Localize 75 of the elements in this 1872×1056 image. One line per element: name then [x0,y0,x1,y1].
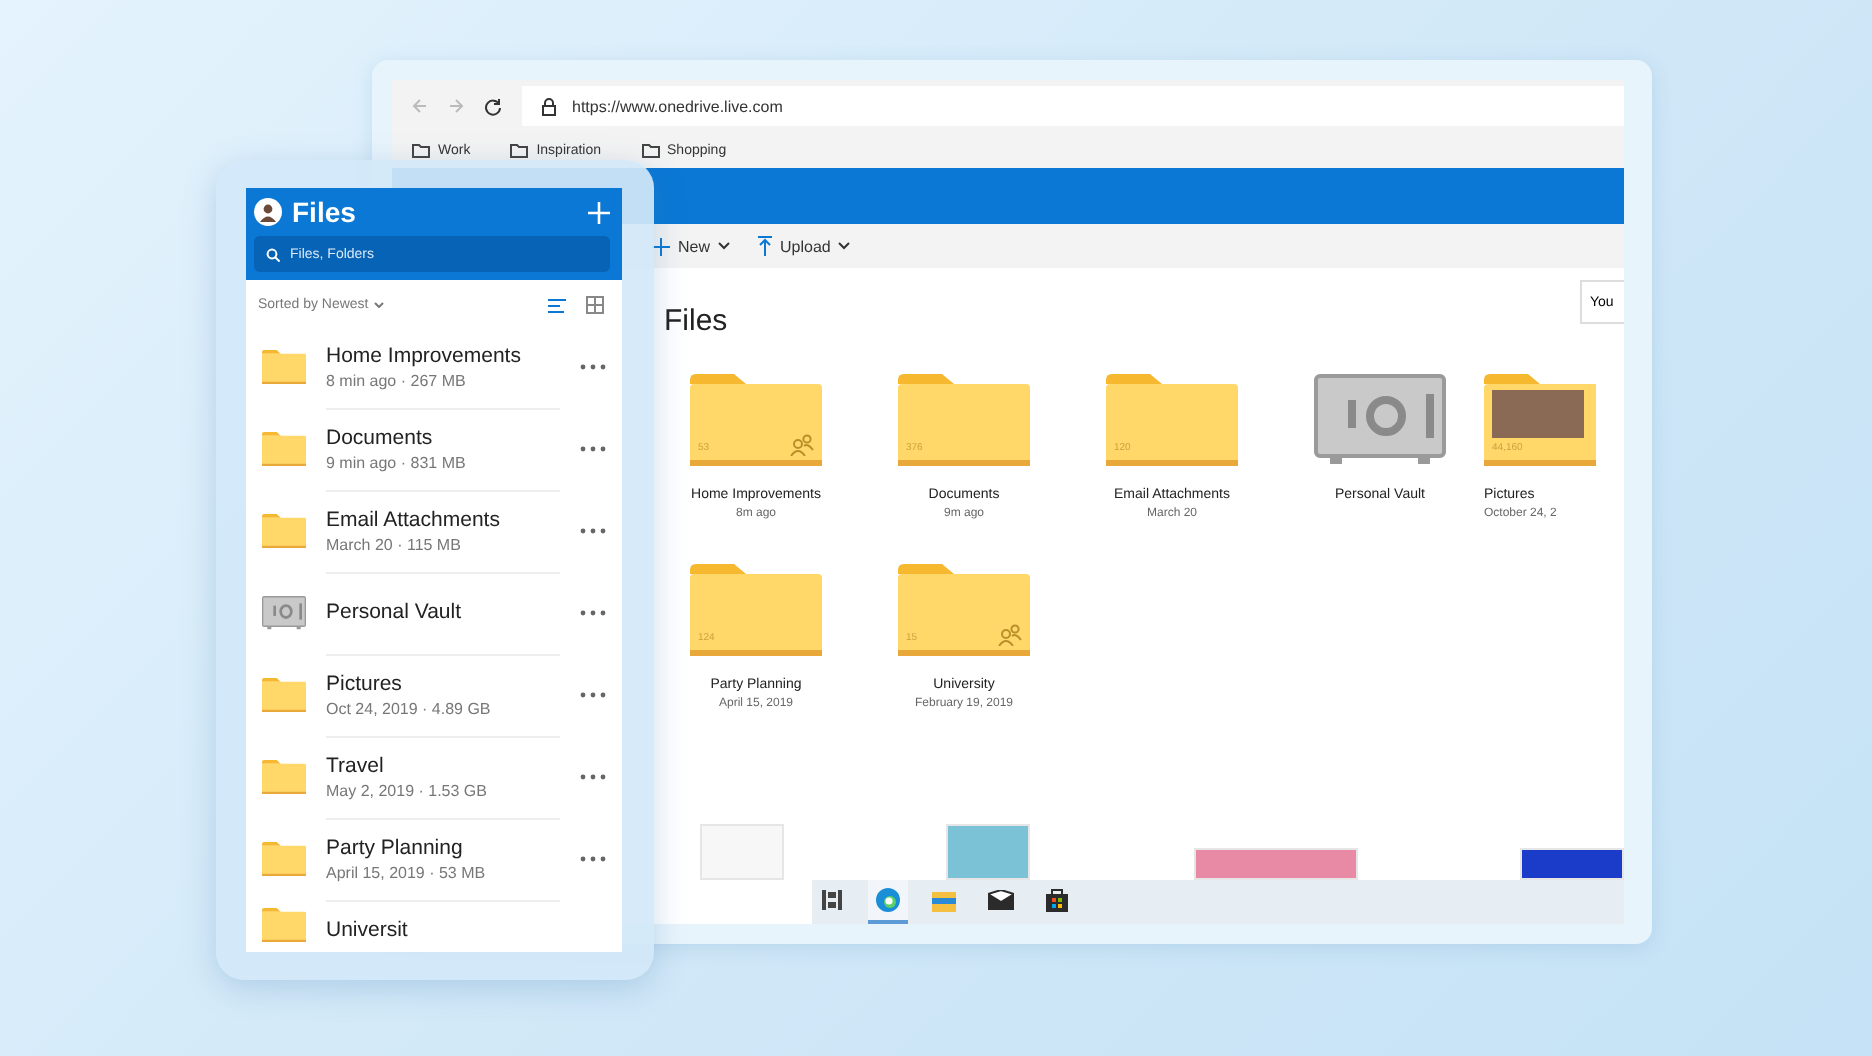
folder-icon [932,889,956,911]
file-details: May 2, 2019 · 1.53 GB [326,781,489,799]
mail-icon [987,890,1013,910]
toolbar-button[interactable]: New [652,237,731,255]
folder-icon [1106,374,1238,466]
more-icon[interactable] [580,364,606,370]
app-title: Files [292,196,358,228]
url-text: https://www.onedrive.live.com [572,97,783,115]
safe-icon [262,596,306,630]
upload-icon [758,236,773,256]
chevron-icon [718,242,731,250]
folder-icon [262,678,306,712]
file-details: 9 min ago · 831 MB [326,453,468,471]
file-row[interactable]: Email Attachments March 20 · 115 MB [246,490,622,572]
document-thumbnail[interactable] [699,824,783,880]
folder-icon [262,908,306,942]
chevron-icon [374,302,385,308]
file-row[interactable]: Documents 9 min ago · 831 MB [246,408,622,490]
folder-icon [690,564,822,656]
folder-icon [898,374,1030,466]
file-name: Party Planning [326,835,465,859]
document-thumbnail[interactable] [946,824,1030,880]
file-name: Home Improvements [326,343,523,367]
file-row[interactable]: Universit [246,900,622,942]
address-bar[interactable]: https://www.onedrive.live.com [522,86,1624,126]
people-icon [998,624,1022,646]
avatar-icon[interactable] [254,198,282,226]
file-details: April 15, 2019 · 53 MB [326,863,488,881]
file-name: Pictures [326,671,404,695]
safe-icon [1314,374,1446,466]
people-icon [790,434,814,456]
file-name: Email Attachments [326,507,502,531]
file-name: Personal Vault [326,600,464,624]
file-details: Oct 24, 2019 · 4.89 GB [326,699,493,717]
folder-icon [898,564,1030,656]
file-name: Travel [326,753,386,777]
folder-icon [690,374,822,466]
file-details: 8 min ago · 267 MB [326,371,468,389]
folder-icon [262,842,306,876]
more-icon[interactable] [580,610,606,616]
folder-outline-icon [641,143,660,157]
folder-icon [262,350,306,384]
plus-icon [652,237,670,255]
add-button[interactable] [588,201,610,223]
chevron-icon [838,242,851,250]
browser-icon [876,888,900,912]
task-view-icon [822,890,842,910]
file-row[interactable]: Personal Vault [246,572,622,654]
store-icon [1045,888,1067,912]
lock-icon [542,97,556,115]
more-icon[interactable] [580,856,606,862]
folder-icon [262,760,306,794]
file-row[interactable]: Party Planning April 15, 2019 · 53 MB [246,818,622,900]
file-details: March 20 · 115 MB [326,535,463,553]
file-row[interactable]: Pictures Oct 24, 2019 · 4.89 GB [246,654,622,736]
more-icon[interactable] [580,692,606,698]
file-name: Universit [326,918,410,942]
folder-icon [262,432,306,466]
page-heading: Files [664,304,728,338]
photo-placeholder [1492,390,1584,438]
document-thumbnail[interactable] [1193,848,1357,880]
folder-icon [262,514,306,548]
more-icon[interactable] [580,528,606,534]
file-row[interactable]: Home Improvements 8 min ago · 267 MB [246,326,622,408]
file-row[interactable]: Travel May 2, 2019 · 1.53 GB [246,736,622,818]
folder-outline-icon [412,143,430,157]
list-view-icon[interactable] [542,297,572,313]
refresh-icon[interactable] [484,97,502,115]
file-name: Documents [326,425,435,449]
more-icon[interactable] [580,774,606,780]
document-thumbnail[interactable] [1520,848,1624,880]
toolbar-button[interactable]: Upload [758,236,851,256]
grid-view-icon[interactable] [580,296,610,314]
folder-outline-icon [510,143,529,157]
more-icon[interactable] [580,446,606,452]
